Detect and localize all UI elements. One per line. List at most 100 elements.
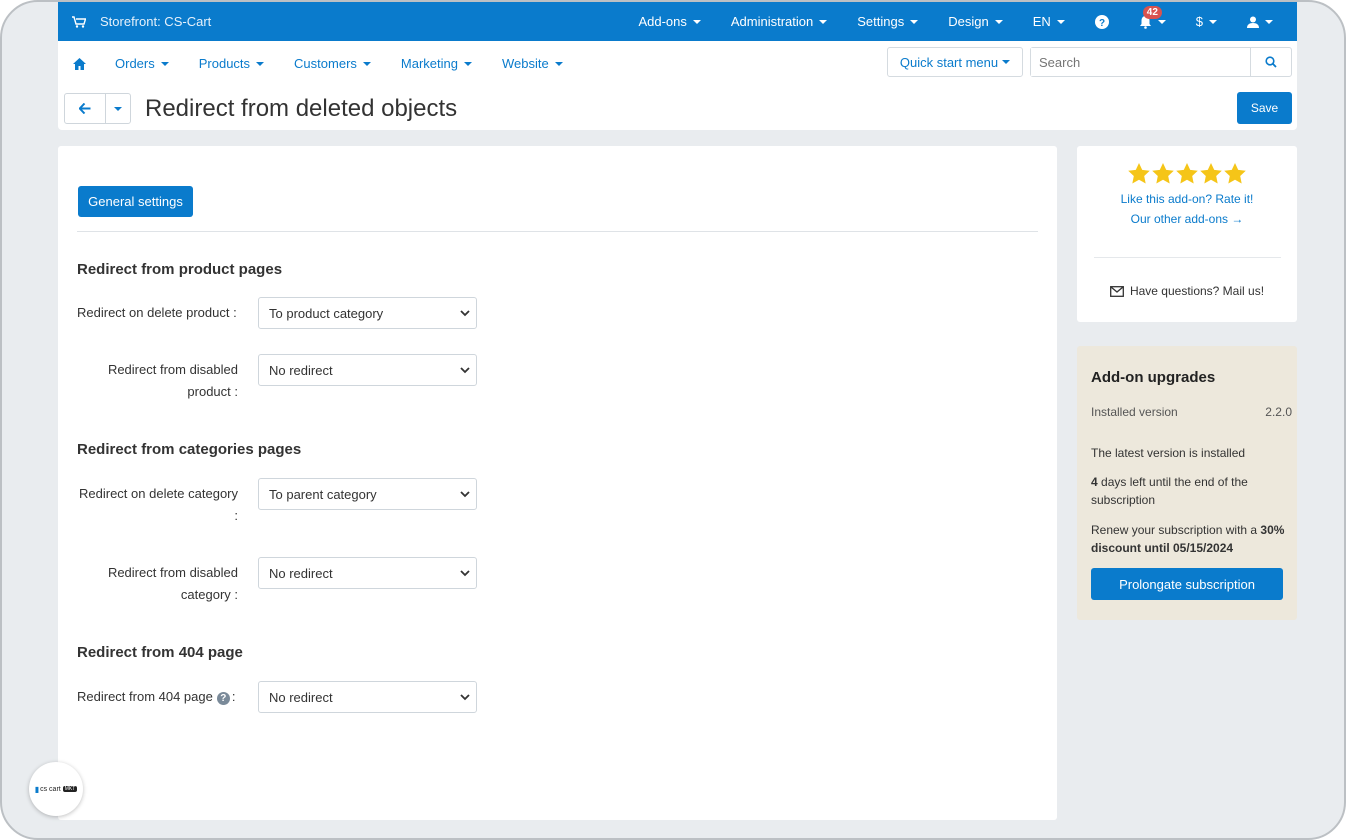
save-button[interactable]: Save [1237, 92, 1292, 124]
nav-website-label: Website [501, 56, 549, 71]
caret-down-icon [362, 61, 371, 66]
menu-language-label: EN [1032, 14, 1051, 29]
star-icon[interactable] [1128, 163, 1150, 184]
back-button[interactable] [65, 94, 106, 123]
days-left-label: days left until the end of the subscript… [1091, 475, 1248, 507]
caret-down-icon [256, 61, 265, 66]
cart-icon [72, 15, 86, 28]
section-heading-product: Redirect from product pages [77, 261, 283, 278]
select-delete-product[interactable]: To product category [258, 297, 477, 329]
menu-administration[interactable]: Administration [716, 2, 842, 41]
user-menu[interactable] [1232, 2, 1297, 41]
star-icon[interactable] [1200, 163, 1222, 184]
storefront-label: Storefront: CS-Cart [100, 14, 212, 29]
menu-addons-label: Add-ons [638, 14, 687, 29]
installed-version-label: Installed version [1091, 405, 1178, 419]
storefront-link[interactable]: Storefront: CS-Cart [72, 14, 211, 29]
caret-down-icon [994, 19, 1003, 24]
tab-general-settings[interactable]: General settings [78, 186, 193, 217]
section-heading-category: Redirect from categories pages [77, 441, 302, 458]
currency-menu[interactable]: $ [1181, 2, 1232, 41]
days-left-count: 4 [1091, 475, 1098, 489]
rating-stars[interactable] [1077, 163, 1297, 184]
select-delete-category-value: To parent category [269, 486, 377, 502]
menu-settings-label: Settings [857, 14, 905, 29]
mail-us-label: Have questions? Mail us! [1129, 284, 1265, 298]
tab-divider [77, 231, 1038, 232]
logo-mark-icon: ▮ [34, 784, 40, 794]
menu-design[interactable]: Design [933, 2, 1017, 41]
prolongate-subscription-button[interactable]: Prolongate subscription [1091, 568, 1283, 600]
chevron-down-icon [460, 570, 470, 577]
currency-label: $ [1195, 14, 1203, 29]
select-disabled-product[interactable]: No redirect [258, 354, 477, 386]
label-404: Redirect from 404 page?: [77, 686, 252, 708]
menu-addons[interactable]: Add-ons [623, 2, 715, 41]
label-404-text: Redirect from 404 page [77, 689, 213, 704]
help-icon[interactable]: ? [216, 692, 230, 705]
user-icon [1247, 16, 1259, 28]
menu-language[interactable]: EN [1018, 2, 1080, 41]
question-circle-icon: ? [1094, 14, 1109, 29]
chevron-down-icon [460, 310, 470, 317]
nav-orders-label: Orders [115, 56, 155, 71]
search-input[interactable] [1031, 48, 1250, 76]
caret-down-icon [160, 61, 169, 66]
svg-text:?: ? [1099, 18, 1105, 29]
caret-down-icon [819, 19, 828, 24]
caret-down-icon [554, 61, 563, 66]
select-delete-product-value: To product category [269, 305, 384, 321]
arrow-left-icon [79, 103, 91, 114]
chevron-down-icon [460, 694, 470, 701]
star-icon[interactable] [1176, 163, 1198, 184]
page-title: Redirect from deleted objects [145, 95, 458, 122]
select-disabled-category[interactable]: No redirect [258, 557, 477, 589]
top-menu: Add-ons Administration Settings Design E… [623, 2, 1297, 41]
chevron-down-icon [460, 491, 470, 498]
notifications-button[interactable]: 42 [1124, 2, 1181, 41]
other-addons-link[interactable]: Our other add-ons → [1077, 212, 1297, 226]
days-left-text: 4 days left until the end of the subscri… [1091, 473, 1291, 509]
search-box [1030, 47, 1292, 77]
menu-settings[interactable]: Settings [842, 2, 933, 41]
rate-link[interactable]: Like this add-on? Rate it! [1077, 192, 1297, 206]
notifications-badge: 42 [1142, 5, 1162, 19]
section-heading-404: Redirect from 404 page [77, 644, 243, 661]
settings-panel: General settings Redirect from product p… [58, 146, 1057, 820]
nav-website[interactable]: Website [487, 56, 578, 71]
label-disabled-category: Redirect from disabled category : [77, 562, 238, 606]
select-404-value: No redirect [269, 689, 333, 705]
caret-down-icon [114, 106, 122, 111]
nav-products[interactable]: Products [184, 56, 279, 71]
logo-text: cs cart [40, 785, 61, 793]
label-disabled-product-line2: product : [187, 384, 238, 399]
nav-orders[interactable]: Orders [100, 56, 184, 71]
nav-marketing[interactable]: Marketing [386, 56, 487, 71]
search-button[interactable] [1250, 48, 1291, 76]
label-delete-product: Redirect on delete product : [77, 305, 237, 320]
title-bar: Redirect from deleted objects Save [58, 86, 1297, 130]
quick-start-menu-button[interactable]: Quick start menu [887, 47, 1023, 77]
select-delete-category[interactable]: To parent category [258, 478, 477, 510]
mail-us-link[interactable]: Have questions? Mail us! [1077, 284, 1297, 298]
logo-pill: MKT [62, 786, 78, 792]
star-icon[interactable] [1224, 163, 1246, 184]
select-404[interactable]: No redirect [258, 681, 477, 713]
upgrades-heading: Add-on upgrades [1091, 369, 1216, 386]
caret-down-icon [692, 19, 701, 24]
menu-administration-label: Administration [730, 14, 814, 29]
envelope-icon [1110, 285, 1124, 297]
latest-version-text: The latest version is installed [1091, 446, 1246, 460]
home-icon[interactable] [73, 57, 86, 70]
history-dropdown-button[interactable] [106, 94, 130, 123]
label-disabled-category-line2: category : [180, 587, 238, 602]
nav-products-label: Products [198, 56, 251, 71]
cs-cart-logo[interactable]: ▮ cs cart MKT [29, 762, 83, 816]
nav-customers[interactable]: Customers [279, 56, 386, 71]
help-button[interactable]: ? [1080, 2, 1124, 41]
label-404-suffix: : [231, 689, 236, 704]
caret-down-icon [463, 61, 472, 66]
star-icon[interactable] [1152, 163, 1174, 184]
upgrades-card: Add-on upgrades Installed version 2.2.0 … [1077, 346, 1297, 620]
caret-down-icon [1209, 19, 1217, 24]
